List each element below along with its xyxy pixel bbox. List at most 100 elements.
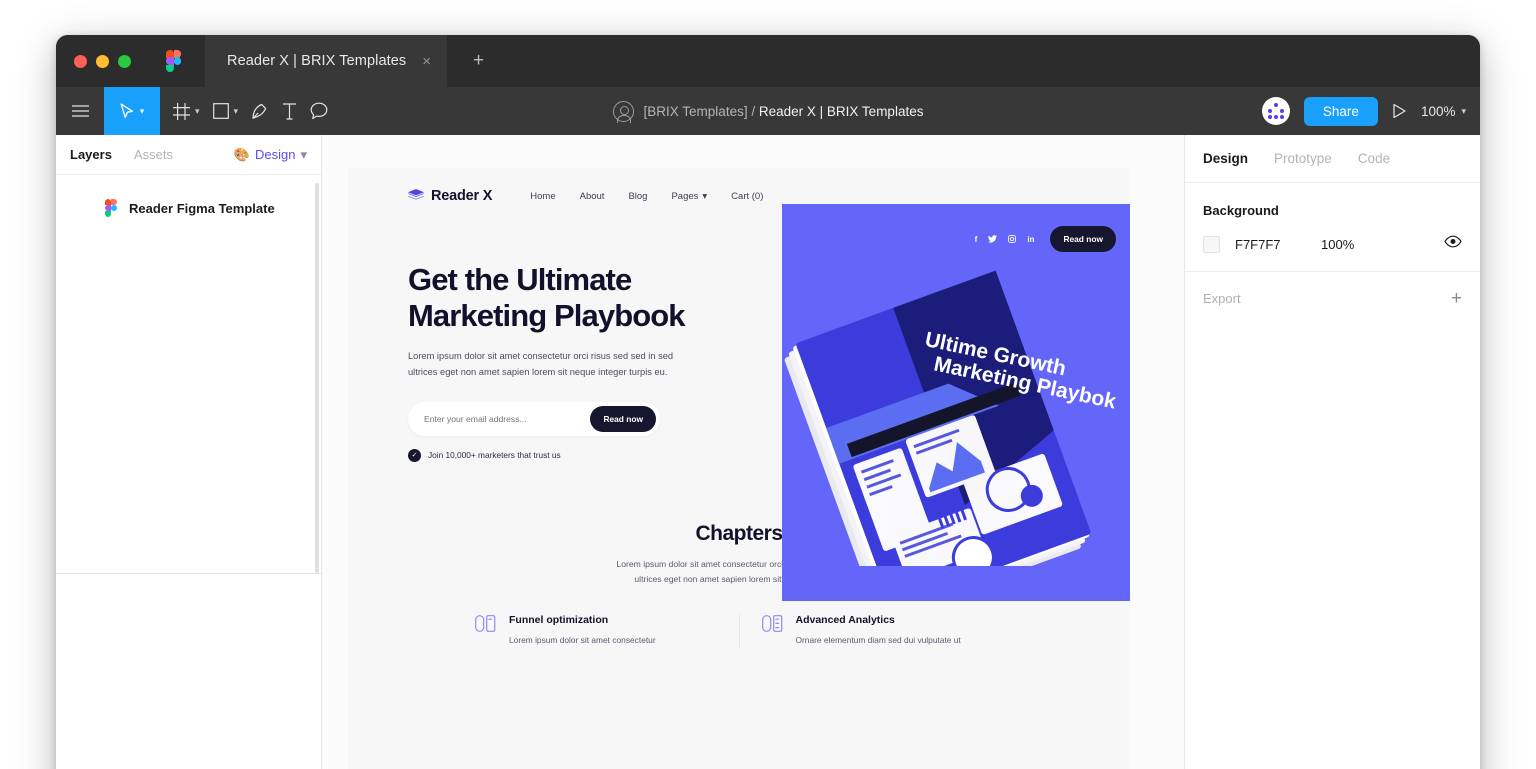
layer-item-reader-figma-template[interactable]: Reader Figma Template	[56, 189, 321, 227]
figma-window: Reader X | BRIX Templates × + ▾ ▾ ▾ [BRI…	[56, 35, 1480, 769]
nav-link-pages-label: Pages	[671, 190, 699, 202]
main-menu-button[interactable]	[56, 87, 104, 135]
site-nav-links: Home About Blog Pages ▾ Cart (0)	[530, 191, 763, 202]
screenshot-root: Reader X | BRIX Templates × + ▾ ▾ ▾ [BRI…	[0, 0, 1536, 769]
new-tab-icon[interactable]: +	[473, 50, 484, 72]
tab-design[interactable]: Design	[1203, 151, 1248, 166]
breadcrumb-separator: /	[751, 103, 756, 119]
stacked-books-icon	[408, 189, 424, 200]
tab-code[interactable]: Code	[1358, 151, 1390, 166]
site-brand[interactable]: Reader X	[408, 188, 492, 204]
export-section-title: Export	[1203, 291, 1241, 306]
linkedin-icon[interactable]: in	[1027, 235, 1034, 244]
chevron-down-icon: ▾	[702, 190, 708, 202]
tab-layers[interactable]: Layers	[70, 147, 112, 162]
zoom-level-label: 100%	[1420, 103, 1456, 119]
book-mockup-illustration: Ultime Growth Marketing Playbok	[784, 270, 1118, 566]
visibility-toggle[interactable]	[1444, 235, 1462, 253]
hero-paragraph: Lorem ipsum dolor sit amet consectetur o…	[408, 350, 674, 377]
comment-bubble-icon	[310, 102, 328, 120]
tab-prototype[interactable]: Prototype	[1274, 151, 1332, 166]
hero-heading: Get the Ultimate Marketing Playbook	[408, 262, 778, 334]
frame-icon	[173, 102, 190, 120]
tab-assets[interactable]: Assets	[134, 147, 173, 162]
frame-tool-button[interactable]: ▾	[173, 87, 200, 135]
hero-nav-cta-button[interactable]: Read now	[1050, 226, 1116, 252]
palette-icon: 🎨	[233, 146, 250, 162]
check-circle-icon: ✓	[408, 448, 421, 462]
close-tab-icon[interactable]: ×	[422, 54, 431, 69]
export-section: Export +	[1185, 272, 1480, 325]
play-triangle-icon	[1393, 103, 1406, 119]
workspace: Layers Assets 🎨 Design ▾ Reader Figma Te…	[56, 135, 1480, 769]
chapter-01-icon	[475, 614, 496, 632]
right-panel: Design Prototype Code Background F7F7F7 …	[1184, 135, 1480, 769]
chapter-card[interactable]: Advanced Analytics Ornare elementum diam…	[738, 613, 1026, 648]
figma-logo-icon	[166, 50, 181, 73]
design-switch-label: Design	[255, 147, 296, 162]
figma-toolbar: ▾ ▾ ▾ [BRIX Templates] / Reader X | BRIX…	[56, 87, 1480, 135]
design-frame[interactable]: Reader X Home About Blog Pages ▾ Cart (0…	[348, 168, 1130, 769]
minimize-window-button[interactable]	[96, 54, 109, 68]
hero-cta-button[interactable]: Read now	[590, 405, 656, 432]
pen-tool-button[interactable]	[251, 87, 269, 135]
eye-icon	[1444, 235, 1462, 248]
close-window-button[interactable]	[74, 54, 87, 68]
twitter-icon[interactable]	[988, 235, 998, 243]
chapter-text: Lorem ipsum dolor sit amet consectetur	[509, 634, 656, 645]
frame-tool-caret-icon[interactable]: ▾	[195, 106, 200, 117]
color-hex-value[interactable]: F7F7F7	[1235, 237, 1321, 252]
color-opacity-value[interactable]: 100%	[1321, 237, 1354, 252]
comment-tool-button[interactable]	[310, 87, 328, 135]
chapter-card[interactable]: Funnel optimization Lorem ipsum dolor si…	[453, 614, 739, 647]
chapter-02-icon	[761, 614, 782, 632]
left-panel-scrollbar[interactable]	[315, 183, 319, 573]
hero-visual-panel: f in Read now Ultime Growth Marketing Pl…	[782, 204, 1130, 601]
chapter-text: Ornare elementum diam sed dui vulputate …	[795, 634, 961, 645]
color-swatch[interactable]	[1203, 235, 1220, 253]
nav-link-home[interactable]: Home	[530, 191, 555, 202]
canvas-area[interactable]: Reader X Home About Blog Pages ▾ Cart (0…	[322, 135, 1184, 769]
hero-copy: Get the Ultimate Marketing Playbook Lore…	[348, 204, 778, 462]
move-tool-button[interactable]: ▾	[104, 87, 160, 135]
chapter-title: Funnel optimization	[509, 613, 609, 626]
square-icon	[212, 103, 229, 119]
title-bar: Reader X | BRIX Templates × +	[56, 35, 1480, 87]
zoom-control[interactable]: 100% ▾	[1421, 104, 1466, 119]
email-signup-form[interactable]: Read now	[408, 401, 660, 436]
chapters-grid: Funnel optimization Lorem ipsum dolor si…	[348, 613, 1130, 648]
design-switch-caret-icon[interactable]: ▾	[300, 147, 307, 163]
design-mode-switch[interactable]: 🎨 Design ▾	[234, 147, 307, 163]
nav-link-pages[interactable]: Pages ▾	[671, 191, 707, 202]
instagram-icon[interactable]	[1008, 235, 1017, 243]
left-panel: Layers Assets 🎨 Design ▾ Reader Figma Te…	[56, 135, 322, 769]
text-tool-button[interactable]	[282, 87, 297, 135]
background-section-title: Background	[1203, 203, 1279, 218]
move-tool-caret-icon[interactable]: ▾	[140, 106, 145, 117]
browser-tab[interactable]: Reader X | BRIX Templates ×	[205, 35, 448, 87]
pen-icon	[252, 103, 267, 119]
chapter-title: Advanced Analytics	[795, 613, 895, 626]
hero-social-bar: f in Read now	[975, 226, 1116, 252]
maximize-window-button[interactable]	[118, 54, 131, 68]
facebook-icon[interactable]: f	[975, 235, 978, 244]
nav-link-blog[interactable]: Blog	[628, 191, 647, 202]
background-fill-row: F7F7F7 100%	[1203, 235, 1462, 253]
email-input[interactable]	[424, 413, 591, 424]
nav-link-cart[interactable]: Cart (0)	[731, 191, 763, 202]
collaborator-avatar[interactable]	[1261, 97, 1290, 125]
toolbar-right-group: Share 100% ▾	[1261, 87, 1466, 135]
nav-link-about[interactable]: About	[580, 191, 605, 202]
zoom-caret-icon[interactable]: ▾	[1461, 106, 1466, 117]
traffic-lights	[56, 54, 131, 68]
add-export-button[interactable]: +	[1451, 289, 1462, 308]
breadcrumb-team: [BRIX Templates]	[643, 103, 748, 119]
share-button[interactable]: Share	[1303, 96, 1378, 126]
hero-heading-line2: Marketing Playbook	[408, 297, 686, 333]
shape-tool-caret-icon[interactable]: ▾	[234, 106, 239, 117]
background-section: Background F7F7F7 100%	[1185, 183, 1480, 272]
present-button[interactable]	[1392, 103, 1407, 119]
left-panel-tabs: Layers Assets 🎨 Design ▾	[56, 135, 321, 175]
shape-tool-button[interactable]: ▾	[212, 87, 239, 135]
tab-title: Reader X | BRIX Templates	[227, 53, 407, 69]
